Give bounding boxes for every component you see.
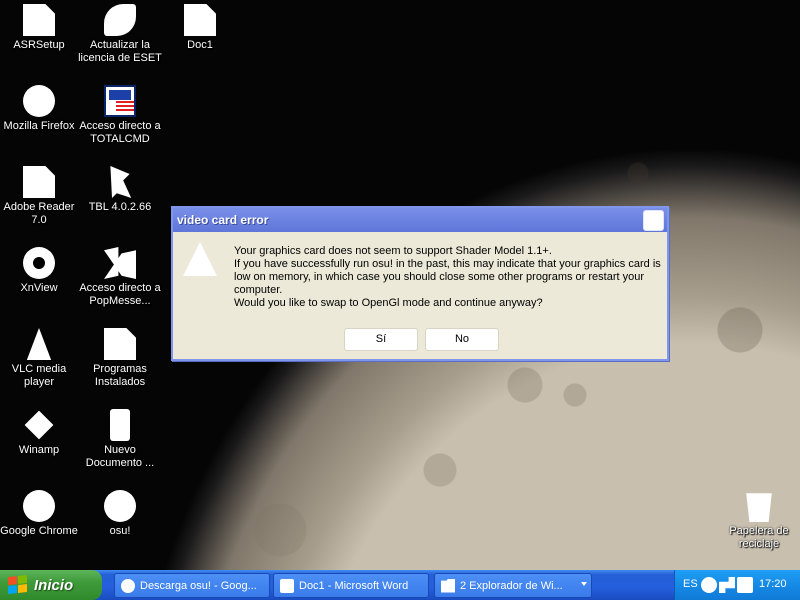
folder-icon — [441, 578, 455, 593]
desktop-icon-label: Adobe Reader 7.0 — [3, 201, 75, 226]
yes-button[interactable]: Sí — [344, 328, 418, 351]
video-card-error-dialog: video card error Your graphics card does… — [171, 206, 669, 361]
desktop-icon-chrome[interactable]: Google Chrome — [0, 490, 82, 538]
start-label: Inicio — [34, 576, 74, 594]
taskbar-item-word[interactable]: Doc1 - Microsoft Word — [273, 573, 429, 598]
desktop-icon-recycle-bin[interactable]: Papelera de reciclaje — [716, 490, 800, 551]
desktop-icon-firefox[interactable]: Mozilla Firefox — [0, 85, 82, 133]
osu-icon — [104, 490, 136, 522]
adobe-reader-icon — [23, 166, 55, 198]
message-line: Your graphics card does not seem to supp… — [234, 245, 552, 257]
chevron-down-icon — [581, 582, 587, 586]
generic-app-icon — [23, 4, 55, 36]
eset-icon — [104, 4, 136, 36]
recycle-bin-icon — [746, 493, 772, 522]
tbl-icon — [110, 166, 132, 198]
taskbar-item-explorer[interactable]: 2 Explorador de Wi... — [434, 573, 592, 598]
desktop-icon-tbl[interactable]: TBL 4.0.2.66 — [77, 166, 163, 214]
document-icon — [104, 328, 136, 360]
desktop-icon-winamp[interactable]: Winamp — [0, 409, 82, 457]
close-button[interactable] — [643, 210, 664, 231]
desktop-icon-popmessenger[interactable]: Acceso directo a PopMesse... — [77, 247, 163, 308]
desktop-icon-label: Acceso directo a PopMesse... — [79, 282, 161, 307]
desktop-icon-totalcmd[interactable]: Acceso directo a TOTALCMD — [77, 85, 163, 146]
desktop-icon-label: Winamp — [18, 444, 60, 456]
desktop-icon-label: Nuevo Documento ... — [85, 444, 155, 469]
desktop-icon-nuevo-documento[interactable]: Nuevo Documento ... — [77, 409, 163, 470]
desktop-icon-xnview[interactable]: XnView — [0, 247, 82, 295]
windows-logo-icon — [8, 574, 28, 596]
xnview-icon — [23, 247, 55, 279]
firefox-icon — [23, 85, 55, 117]
taskbar-item-label: Doc1 - Microsoft Word — [299, 579, 409, 592]
vlc-icon — [26, 328, 52, 360]
warning-icon — [183, 242, 217, 276]
start-button[interactable]: Inicio — [0, 570, 102, 600]
desktop-icon-label: ASRSetup — [13, 39, 65, 51]
no-button[interactable]: No — [425, 328, 499, 351]
desktop-icon-label: Programas Instalados — [93, 363, 147, 388]
desktop-icon-asrsetup[interactable]: ASRSetup — [0, 4, 82, 52]
clock: 17:20 — [759, 578, 787, 590]
desktop-icon-label: Doc1 — [187, 39, 213, 51]
desktop-icon-adobe-reader[interactable]: Adobe Reader 7.0 — [0, 166, 82, 227]
chrome-icon — [121, 578, 135, 593]
connection-icon[interactable] — [719, 577, 735, 593]
word-document-icon — [184, 4, 216, 36]
desktop-icon-doc1[interactable]: Doc1 — [157, 4, 243, 52]
desktop-icon-label: Acceso directo a TOTALCMD — [79, 120, 161, 145]
desktop-icon-label: Mozilla Firefox — [3, 120, 75, 132]
taskbar-item-label: 2 Explorador de Wi... — [460, 579, 563, 592]
system-tray: ES 17:20 — [674, 570, 800, 600]
text-document-icon — [110, 409, 130, 441]
message-line: If you have successfully run osu! in the… — [234, 258, 661, 296]
dialog-titlebar[interactable]: video card error — [173, 208, 667, 232]
network-icon[interactable] — [701, 577, 717, 593]
desktop-icon-label: XnView — [20, 282, 58, 294]
desktop-icon-label: Google Chrome — [0, 525, 78, 537]
taskbar-item-chrome[interactable]: Descarga osu! - Goog... — [114, 573, 270, 598]
desktop-icon-vlc[interactable]: VLC media player — [0, 328, 82, 389]
desktop-icon-programas[interactable]: Programas Instalados — [77, 328, 163, 389]
desktop-icon-label: TBL 4.0.2.66 — [88, 201, 152, 213]
desktop-icon-eset[interactable]: Actualizar la licencia de ESET — [77, 4, 163, 65]
popmessenger-icon — [104, 247, 136, 279]
language-indicator[interactable]: ES — [683, 578, 698, 590]
chrome-icon — [23, 490, 55, 522]
winamp-icon — [24, 410, 54, 440]
dialog-message: Your graphics card does not seem to supp… — [234, 245, 666, 310]
taskbar: Inicio Descarga osu! - Goog... Doc1 - Mi… — [0, 570, 800, 600]
desktop-icon-osu[interactable]: osu! — [77, 490, 163, 538]
tray-app-icon[interactable] — [737, 577, 753, 593]
desktop-icon-label: osu! — [109, 525, 131, 537]
dialog-title: video card error — [177, 213, 269, 227]
totalcmd-icon — [104, 85, 136, 117]
desktop-icon-label: Actualizar la licencia de ESET — [78, 39, 162, 64]
desktop-icon-label: Papelera de reciclaje — [729, 525, 789, 550]
word-icon — [280, 578, 294, 593]
desktop-icon-label: VLC media player — [11, 363, 67, 388]
message-line: Would you like to swap to OpenGl mode an… — [234, 297, 543, 309]
taskbar-item-label: Descarga osu! - Goog... — [140, 579, 257, 592]
